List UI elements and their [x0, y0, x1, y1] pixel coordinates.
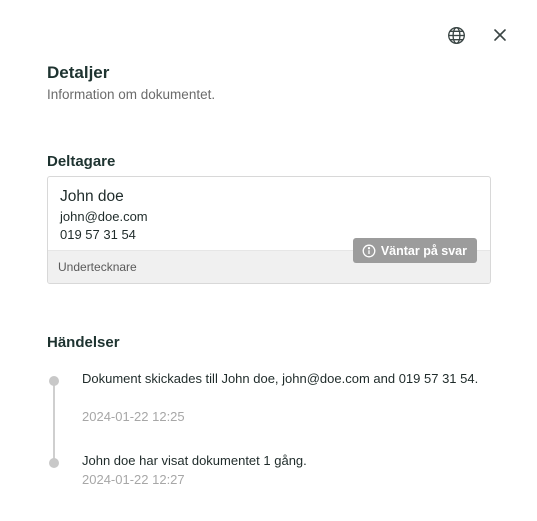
page-subtitle: Information om dokumentet. [47, 87, 216, 102]
event-time: 2024-01-22 12:27 [82, 472, 185, 487]
top-toolbar [445, 24, 511, 46]
participants-heading: Deltagare [47, 153, 116, 170]
timeline-dot [49, 458, 59, 468]
events-heading: Händelser [47, 334, 120, 351]
globe-icon[interactable] [445, 24, 467, 46]
participant-card[interactable]: John doe john@doe.com 019 57 31 54 Under… [47, 176, 491, 284]
details-panel: Detaljer Information om dokumentet. Delt… [0, 0, 537, 521]
close-icon[interactable] [489, 24, 511, 46]
timeline-dot [49, 376, 59, 386]
timeline-line [53, 379, 55, 459]
event-text: Dokument skickades till John doe, john@d… [82, 371, 479, 386]
event-text: John doe har visat dokumentet 1 gång. [82, 453, 307, 468]
info-icon [362, 244, 376, 258]
status-label: Väntar på svar [380, 243, 467, 258]
status-badge: Väntar på svar [352, 238, 477, 263]
page-title: Detaljer [47, 63, 110, 82]
participant-phone: 019 57 31 54 [60, 227, 136, 242]
participant-name: John doe [60, 188, 124, 205]
participant-email: john@doe.com [60, 209, 148, 224]
event-time: 2024-01-22 12:25 [82, 409, 185, 424]
participant-role: Undertecknare [58, 260, 137, 274]
